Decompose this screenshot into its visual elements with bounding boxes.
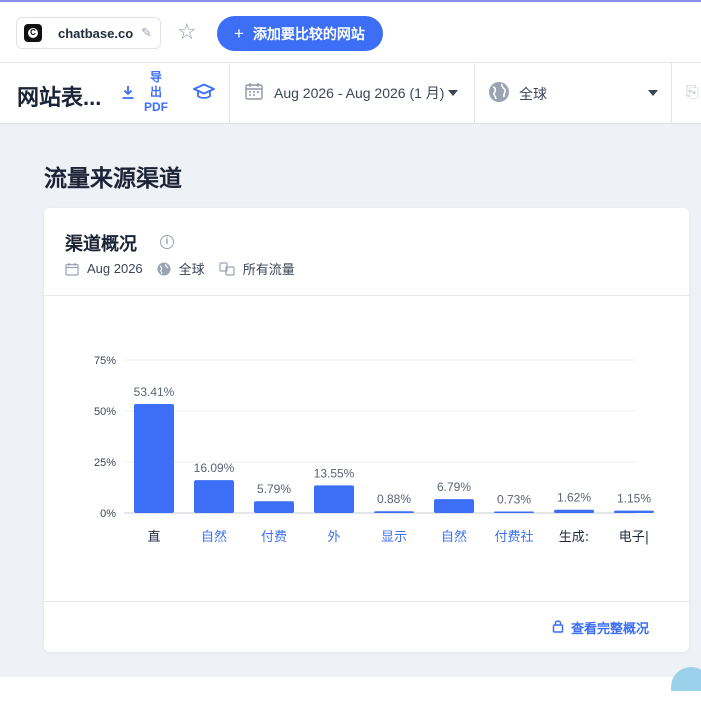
export-pdf-button[interactable]: 导 出 PDF	[143, 70, 169, 115]
bar	[614, 510, 654, 513]
bar	[134, 404, 174, 513]
page-title: 网站表...	[17, 85, 102, 110]
channel-bar-chart: 0% 25% 50% 75% 53.41% 直 16.09% 自然 5.79% 付费 13.55% 外…	[94, 355, 654, 545]
toolbar-divider	[229, 63, 230, 124]
bar	[314, 485, 354, 513]
y-tick-label: 50%	[94, 406, 116, 418]
lock-icon	[552, 619, 564, 636]
x-category-label: 生成:	[559, 530, 589, 545]
date-range-selector[interactable]: Aug 2026 - Aug 2026 (1 月)	[244, 81, 459, 104]
x-category-label[interactable]: 付费社	[494, 529, 533, 545]
view-full-overview-link[interactable]: 查看完整概况	[552, 618, 649, 637]
toolbar-divider	[474, 63, 475, 124]
bar-value-label: 5.79%	[257, 482, 291, 496]
y-tick-label: 75%	[94, 355, 116, 367]
bar	[254, 501, 294, 513]
x-category-label: 直	[147, 530, 160, 545]
main-content: 流量来源渠道 渠道概况 i Aug 2026 全球 所有流量 0% 25% 50% 7…	[0, 124, 701, 677]
region-selector[interactable]: 全球	[488, 81, 660, 106]
toolbar: 网站表... 导 出 PDF Aug 2026 - Aug 2026 (1 月)…	[0, 63, 701, 124]
add-compare-site-label: 添加要比较的网站	[252, 25, 365, 42]
add-compare-site-button[interactable]: + 添加要比较的网站	[217, 16, 383, 51]
bar-value-label: 0.88%	[377, 492, 411, 506]
bar	[374, 511, 414, 513]
date-range-value: Aug 2026 - Aug 2026 (1 月)	[274, 84, 445, 101]
y-tick-label: 0%	[100, 508, 116, 520]
x-category-label: 电子|	[619, 530, 649, 545]
plus-icon: +	[234, 23, 244, 43]
edit-pencil-icon[interactable]: ✎	[141, 25, 152, 41]
bar	[434, 499, 474, 513]
card-divider	[44, 601, 689, 602]
chevron-down-icon	[448, 89, 459, 96]
x-category-label[interactable]: 自然	[441, 529, 467, 545]
x-category-label[interactable]: 外	[327, 530, 340, 545]
bar-value-label: 0.73%	[497, 493, 531, 507]
x-category-label[interactable]: 付费	[261, 530, 287, 545]
chevron-down-icon	[648, 90, 658, 96]
globe-icon	[488, 81, 510, 106]
bar	[494, 511, 534, 513]
region-value: 全球	[519, 85, 547, 102]
bar	[554, 509, 594, 513]
graduation-cap-icon[interactable]	[192, 83, 216, 106]
site-selector[interactable]: C chatbase.co ✎	[16, 17, 161, 49]
bar-value-label: 1.62%	[557, 491, 591, 505]
top-bar: C chatbase.co ✎ ☆ + 添加要比较的网站	[0, 0, 701, 63]
site-favicon: C	[24, 24, 42, 42]
toolbar-divider	[671, 63, 672, 124]
bar-value-label: 16.09%	[194, 461, 235, 475]
section-title: 流量来源渠道	[44, 165, 182, 191]
bar-value-label: 1.15%	[617, 492, 651, 506]
bar-value-label: 53.41%	[134, 385, 175, 399]
star-icon[interactable]: ☆	[177, 21, 197, 43]
bar	[194, 480, 234, 513]
download-icon[interactable]	[121, 84, 135, 105]
x-category-label[interactable]: 显示	[381, 530, 407, 545]
channel-overview-card: 渠道概况 i Aug 2026 全球 所有流量 0% 25% 50% 75% 53.41…	[44, 208, 689, 652]
y-tick-label: 25%	[94, 457, 116, 469]
traffic-filter-icon[interactable]: ⎘	[686, 84, 699, 102]
site-name: chatbase.co	[58, 25, 134, 41]
calendar-icon	[244, 81, 264, 104]
x-category-label[interactable]: 自然	[201, 529, 227, 545]
bar-value-label: 13.55%	[314, 466, 355, 480]
bar-value-label: 6.79%	[437, 480, 471, 494]
